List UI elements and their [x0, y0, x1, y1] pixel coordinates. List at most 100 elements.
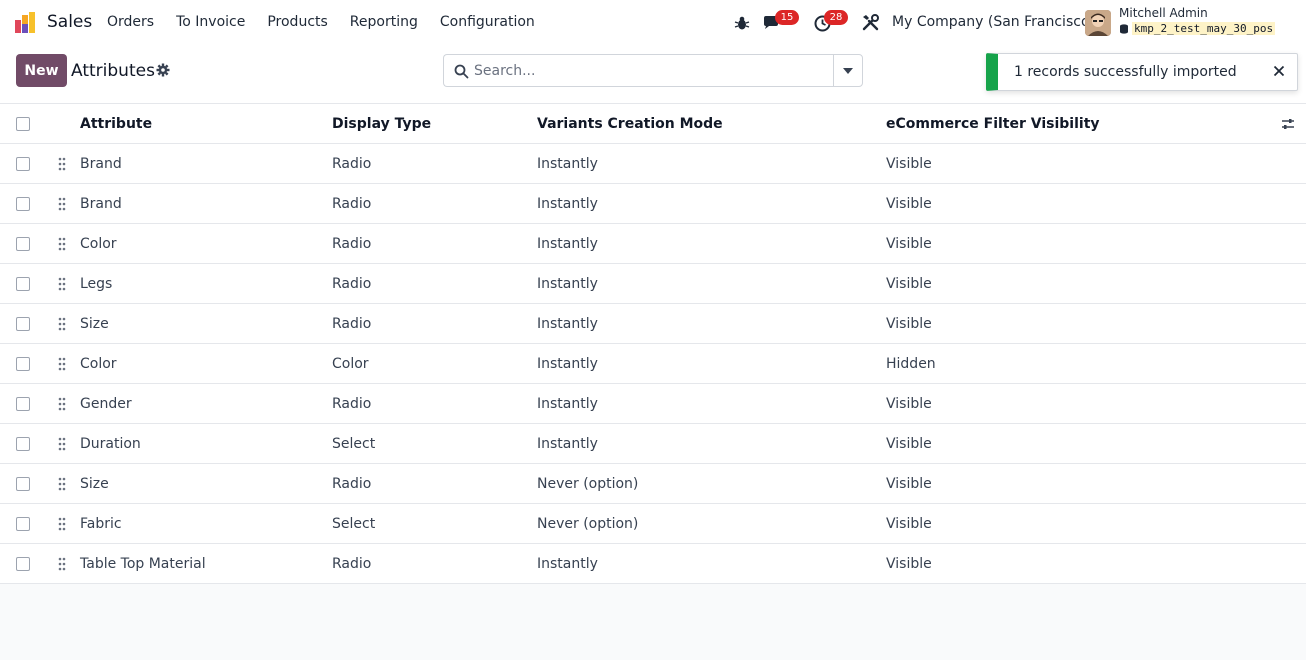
menu-item-configuration[interactable]: Configuration: [440, 14, 535, 30]
column-header-attribute[interactable]: Attribute: [80, 104, 152, 144]
cell-variants-creation-mode: Instantly: [537, 156, 598, 172]
row-checkbox[interactable]: [16, 477, 30, 491]
drag-handle-icon[interactable]: [58, 557, 66, 571]
row-checkbox[interactable]: [16, 357, 30, 371]
drag-handle-icon[interactable]: [58, 277, 66, 291]
drag-handle-icon[interactable]: [58, 157, 66, 171]
table-row[interactable]: Gender Radio Instantly Visible: [0, 384, 1306, 424]
row-checkbox[interactable]: [16, 277, 30, 291]
tools-icon[interactable]: [862, 14, 879, 31]
cell-ecommerce-filter-visibility: Visible: [886, 276, 932, 292]
drag-handle-icon[interactable]: [58, 477, 66, 491]
success-notification: 1 records successfully imported: [986, 53, 1298, 91]
company-switcher[interactable]: My Company (San Francisco): [892, 14, 1095, 30]
gear-icon[interactable]: [156, 63, 170, 77]
database-indicator: kmp_2_test_may_30_pos: [1119, 22, 1276, 35]
row-checkbox[interactable]: [16, 237, 30, 251]
activities-badge: 28: [824, 10, 848, 25]
cell-attribute: Brand: [80, 196, 122, 212]
table-row[interactable]: Brand Radio Instantly Visible: [0, 144, 1306, 184]
row-checkbox[interactable]: [16, 157, 30, 171]
column-header-display-type[interactable]: Display Type: [332, 104, 431, 144]
avatar[interactable]: [1085, 10, 1111, 36]
drag-handle-icon[interactable]: [58, 517, 66, 531]
cell-ecommerce-filter-visibility: Hidden: [886, 356, 936, 372]
cell-ecommerce-filter-visibility: Visible: [886, 236, 932, 252]
cell-display-type: Radio: [332, 236, 372, 252]
menu-item-orders[interactable]: Orders: [107, 14, 154, 30]
select-all-checkbox[interactable]: [16, 117, 30, 131]
cell-variants-creation-mode: Never (option): [537, 516, 639, 532]
table-row[interactable]: Color Color Instantly Hidden: [0, 344, 1306, 384]
cell-ecommerce-filter-visibility: Visible: [886, 436, 932, 452]
cell-variants-creation-mode: Never (option): [537, 476, 639, 492]
cell-attribute: Legs: [80, 276, 113, 292]
drag-handle-icon[interactable]: [58, 437, 66, 451]
cell-display-type: Radio: [332, 156, 372, 172]
cell-attribute: Color: [80, 236, 117, 252]
user-avatar-icon: [1085, 10, 1111, 36]
menu-item-reporting[interactable]: Reporting: [350, 14, 418, 30]
cell-variants-creation-mode: Instantly: [537, 276, 598, 292]
sales-logo-icon[interactable]: [14, 11, 38, 35]
column-header-ecommerce-filter-visibility[interactable]: eCommerce Filter Visibility: [886, 104, 1100, 144]
cell-attribute: Fabric: [80, 516, 122, 532]
close-icon[interactable]: [1273, 65, 1285, 77]
search-icon: [454, 64, 469, 79]
database-icon: [1120, 23, 1128, 34]
column-header-variants-creation-mode[interactable]: Variants Creation Mode: [537, 104, 723, 144]
table-row[interactable]: Fabric Select Never (option) Visible: [0, 504, 1306, 544]
notification-message: 1 records successfully imported: [1014, 64, 1237, 80]
cell-attribute: Size: [80, 476, 109, 492]
user-name[interactable]: Mitchell Admin: [1119, 6, 1208, 20]
cell-attribute: Brand: [80, 156, 122, 172]
cell-ecommerce-filter-visibility: Visible: [886, 316, 932, 332]
cell-variants-creation-mode: Instantly: [537, 396, 598, 412]
row-checkbox[interactable]: [16, 397, 30, 411]
cell-display-type: Select: [332, 436, 376, 452]
drag-handle-icon[interactable]: [58, 237, 66, 251]
row-checkbox[interactable]: [16, 317, 30, 331]
cell-attribute: Gender: [80, 396, 132, 412]
database-name: kmp_2_test_may_30_pos: [1132, 22, 1276, 35]
cell-display-type: Radio: [332, 556, 372, 572]
sliders-icon[interactable]: [1281, 117, 1295, 131]
row-checkbox[interactable]: [16, 197, 30, 211]
cell-display-type: Select: [332, 516, 376, 532]
cell-display-type: Radio: [332, 316, 372, 332]
cell-attribute: Duration: [80, 436, 141, 452]
row-checkbox[interactable]: [16, 517, 30, 531]
page-title: Attributes: [71, 61, 155, 81]
table-row[interactable]: Size Radio Never (option) Visible: [0, 464, 1306, 504]
row-checkbox[interactable]: [16, 557, 30, 571]
table-row[interactable]: Color Radio Instantly Visible: [0, 224, 1306, 264]
table-row[interactable]: Duration Select Instantly Visible: [0, 424, 1306, 464]
cell-ecommerce-filter-visibility: Visible: [886, 556, 932, 572]
drag-handle-icon[interactable]: [58, 317, 66, 331]
cell-ecommerce-filter-visibility: Visible: [886, 396, 932, 412]
cell-variants-creation-mode: Instantly: [537, 316, 598, 332]
table-row[interactable]: Legs Radio Instantly Visible: [0, 264, 1306, 304]
cell-display-type: Radio: [332, 276, 372, 292]
table-row[interactable]: Brand Radio Instantly Visible: [0, 184, 1306, 224]
drag-handle-icon[interactable]: [58, 197, 66, 211]
cell-display-type: Radio: [332, 196, 372, 212]
search-options-toggle[interactable]: [833, 54, 863, 87]
messages-badge: 15: [775, 10, 799, 25]
cell-display-type: Color: [332, 356, 369, 372]
cell-attribute: Color: [80, 356, 117, 372]
new-button[interactable]: New: [16, 54, 67, 87]
menu-item-products[interactable]: Products: [267, 14, 327, 30]
table-header: Attribute Display Type Variants Creation…: [0, 104, 1306, 144]
app-name[interactable]: Sales: [47, 12, 92, 32]
bug-icon[interactable]: [734, 15, 750, 31]
table-row[interactable]: Size Radio Instantly Visible: [0, 304, 1306, 344]
row-checkbox[interactable]: [16, 437, 30, 451]
drag-handle-icon[interactable]: [58, 357, 66, 371]
drag-handle-icon[interactable]: [58, 397, 66, 411]
table-row[interactable]: Table Top Material Radio Instantly Visib…: [0, 544, 1306, 584]
search-input[interactable]: [474, 60, 824, 82]
cell-ecommerce-filter-visibility: Visible: [886, 156, 932, 172]
search-box: [443, 54, 834, 87]
menu-item-to-invoice[interactable]: To Invoice: [176, 14, 245, 30]
